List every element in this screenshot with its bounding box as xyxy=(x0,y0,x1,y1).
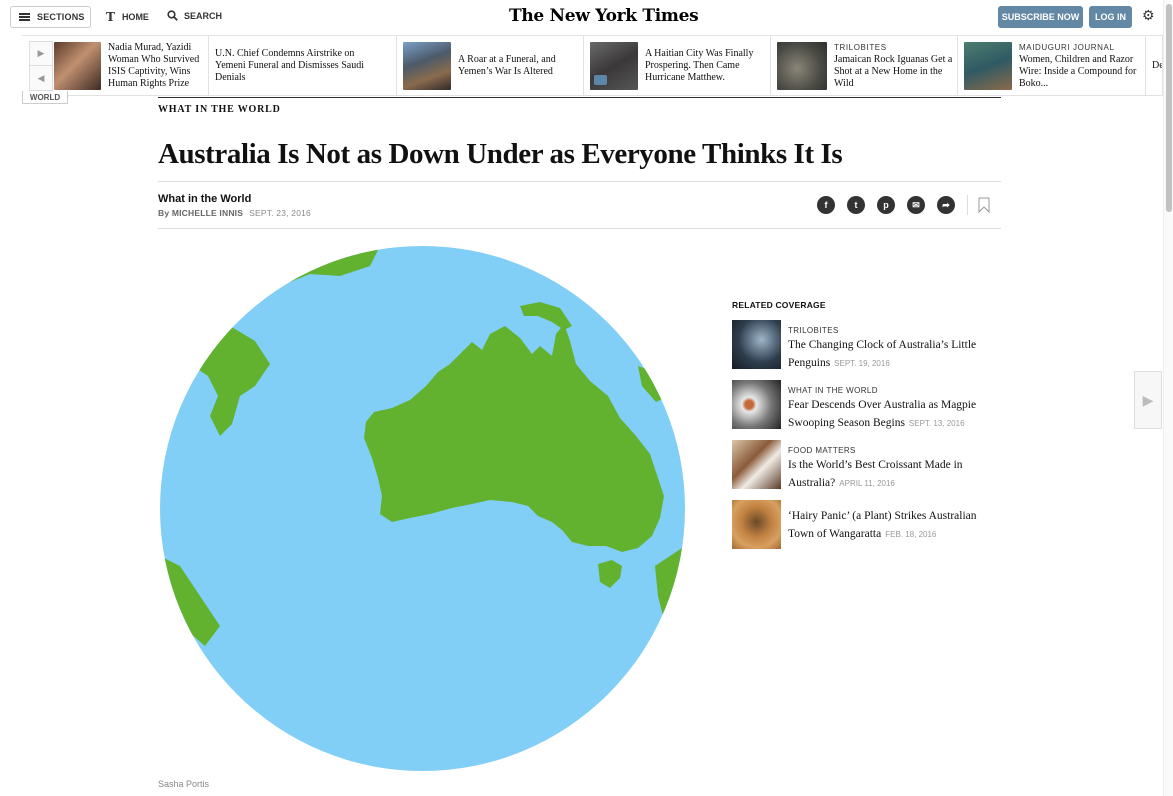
related-kicker: TRILOBITES xyxy=(788,326,839,335)
related-body: FOOD MATTERS Is the World’s Best Croissa… xyxy=(788,440,1002,490)
bookmark-icon[interactable] xyxy=(978,197,990,213)
sections-label: SECTIONS xyxy=(37,12,85,22)
byline: By MICHELLE INNIS SEPT. 23, 2016 xyxy=(158,208,311,218)
ribbon-thumbnail xyxy=(54,41,101,90)
ribbon-headline: Women, Children and Razor Wire: Inside a… xyxy=(1019,53,1137,89)
related-item[interactable]: FOOD MATTERS Is the World’s Best Croissa… xyxy=(732,440,1002,490)
ribbon-headline: De xyxy=(1152,59,1163,71)
related-kicker: FOOD MATTERS xyxy=(788,446,856,455)
islands-land xyxy=(590,276,650,304)
twitter-icon[interactable]: t xyxy=(847,196,865,214)
ribbon-item[interactable]: A Haitian City Was Finally Prospering. T… xyxy=(584,36,771,95)
masthead: SECTIONS T HOME SEARCH The New York Time… xyxy=(0,0,1173,34)
next-article-arrow-icon[interactable]: ▶ xyxy=(1134,371,1162,429)
story-ribbon: ▶ ◀ Nadia Murad, Yazidi Woman Who Surviv… xyxy=(22,35,1163,96)
nyt-logo[interactable]: The New York Times xyxy=(509,6,699,26)
nyt-t-icon: T xyxy=(106,10,115,24)
divider xyxy=(158,181,1001,182)
home-label: HOME xyxy=(121,12,149,22)
ribbon-text-block: TRILOBITES Jamaican Rock Iguanas Get a S… xyxy=(834,42,957,90)
home-link[interactable]: T HOME xyxy=(106,10,149,24)
share-separator xyxy=(967,195,968,215)
pinterest-icon[interactable]: p xyxy=(877,196,895,214)
related-kicker: WHAT IN THE WORLD xyxy=(788,386,878,395)
globe-graphic xyxy=(160,246,685,771)
related-item[interactable]: ‘Hairy Panic’ (a Plant) Strikes Australi… xyxy=(732,500,1002,550)
related-item[interactable]: TRILOBITES The Changing Clock of Austral… xyxy=(732,320,1002,370)
related-thumbnail xyxy=(732,320,781,369)
ribbon-headline: Nadia Murad, Yazidi Woman Who Survived I… xyxy=(108,41,200,89)
article-headline: Australia Is Not as Down Under as Everyo… xyxy=(158,138,843,170)
share-more-icon[interactable]: ➦ xyxy=(937,196,955,214)
related-date: FEB. 18, 2016 xyxy=(885,530,937,539)
author-link[interactable]: MICHELLE INNIS xyxy=(172,208,243,218)
scrollbar-thumb[interactable] xyxy=(1166,4,1172,212)
subscribe-button[interactable]: SUBSCRIBE NOW xyxy=(998,6,1083,28)
related-body: WHAT IN THE WORLD Fear Descends Over Aus… xyxy=(788,380,1002,430)
article-kicker[interactable]: WHAT IN THE WORLD xyxy=(158,104,281,115)
hamburger-icon xyxy=(19,13,30,21)
sections-button[interactable]: SECTIONS xyxy=(10,6,91,28)
related-headline: ‘Hairy Panic’ (a Plant) Strikes Australi… xyxy=(788,510,977,540)
ribbon-headline: A Roar at a Funeral, and Yemen’s War Is … xyxy=(458,53,556,77)
search-link[interactable]: SEARCH xyxy=(167,10,222,21)
ribbon-headline: A Haitian City Was Finally Prospering. T… xyxy=(645,47,754,83)
email-icon[interactable]: ✉ xyxy=(907,196,925,214)
ribbon-item[interactable]: U.N. Chief Condemns Airstrike on Yemeni … xyxy=(209,36,397,95)
ribbon-kicker: MAIDUGURI JOURNAL xyxy=(1019,42,1115,52)
gear-icon[interactable]: ⚙ xyxy=(1142,7,1155,24)
ribbon-item[interactable]: Nadia Murad, Yazidi Woman Who Survived I… xyxy=(29,36,209,95)
ribbon-item[interactable]: TRILOBITES Jamaican Rock Iguanas Get a S… xyxy=(771,36,958,95)
related-item[interactable]: WHAT IN THE WORLD Fear Descends Over Aus… xyxy=(732,380,1002,430)
scrollbar[interactable] xyxy=(1163,0,1173,796)
ribbon-section-tag[interactable]: WORLD xyxy=(22,91,68,104)
header-rule xyxy=(158,97,1001,98)
search-label: SEARCH xyxy=(184,10,223,21)
ribbon-headline: U.N. Chief Condemns Airstrike on Yemeni … xyxy=(215,47,364,83)
ribbon-item[interactable]: MAIDUGURI JOURNAL Women, Children and Ra… xyxy=(958,36,1146,95)
video-icon xyxy=(594,74,607,85)
column-name[interactable]: What in the World xyxy=(158,193,251,205)
ribbon-text-block: MAIDUGURI JOURNAL Women, Children and Ra… xyxy=(1019,42,1145,90)
related-thumbnail xyxy=(732,500,781,549)
image-credit: Sasha Portis xyxy=(158,779,210,789)
related-coverage-title: RELATED COVERAGE xyxy=(732,300,826,310)
login-button[interactable]: LOG IN xyxy=(1089,6,1132,28)
ribbon-item[interactable]: A Roar at a Funeral, and Yemen’s War Is … xyxy=(397,36,584,95)
related-date: SEPT. 19, 2016 xyxy=(834,359,890,368)
related-date: APRIL 11, 2016 xyxy=(839,479,895,488)
search-icon xyxy=(167,10,178,21)
publish-date: SEPT. 23, 2016 xyxy=(249,208,311,218)
related-body: ‘Hairy Panic’ (a Plant) Strikes Australi… xyxy=(788,500,1002,550)
ribbon-item[interactable]: De xyxy=(1146,36,1163,95)
related-thumbnail xyxy=(732,380,781,429)
share-tools: f t p ✉ ➦ xyxy=(817,195,990,215)
facebook-icon[interactable]: f xyxy=(817,196,835,214)
ribbon-kicker: TRILOBITES xyxy=(834,42,887,52)
related-date: SEPT. 13, 2016 xyxy=(908,419,965,428)
byline-prefix: By xyxy=(158,208,172,218)
divider xyxy=(158,228,1001,229)
ribbon-thumbnail xyxy=(964,41,1012,90)
ribbon-thumbnail xyxy=(777,41,827,90)
related-thumbnail xyxy=(732,440,781,489)
related-body: TRILOBITES The Changing Clock of Austral… xyxy=(788,320,1002,370)
ribbon-thumbnail xyxy=(590,41,638,90)
ribbon-headline: Jamaican Rock Iguanas Get a Shot at a Ne… xyxy=(834,53,953,89)
ribbon-thumbnail xyxy=(403,41,451,90)
